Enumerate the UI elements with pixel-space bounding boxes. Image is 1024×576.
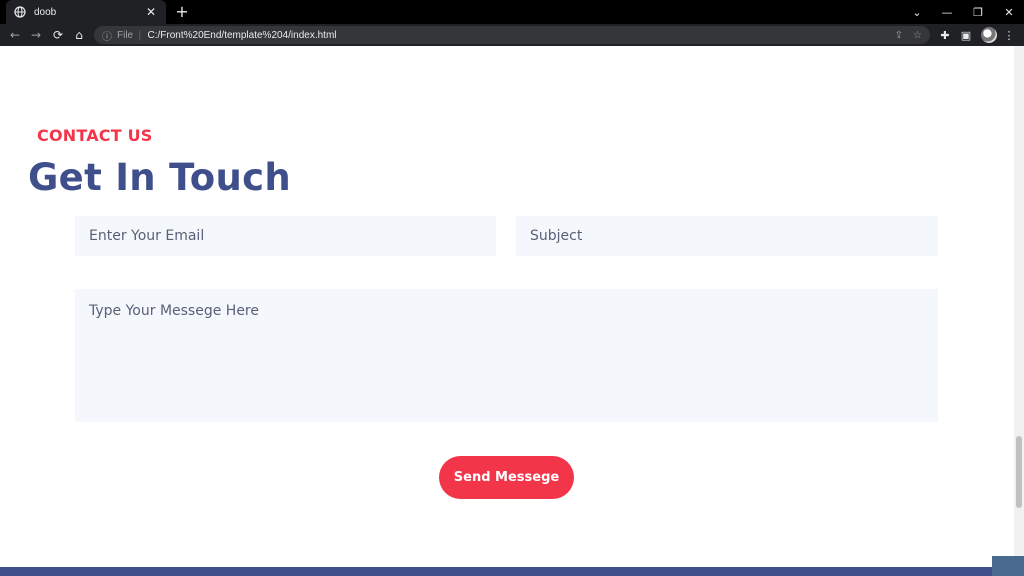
new-tab-button[interactable]: +: [172, 2, 192, 22]
home-icon[interactable]: ⌂: [70, 26, 88, 44]
page-content: CONTACT US Get In Touch Send Messege: [0, 46, 1014, 566]
address-bar[interactable]: ⓘ File | C:/Front%20End/template%204/ind…: [94, 26, 930, 44]
send-message-button[interactable]: Send Messege: [439, 456, 574, 499]
section-headline: Get In Touch: [28, 156, 291, 199]
file-label: File: [117, 29, 134, 41]
minimize-icon[interactable]: —: [932, 0, 962, 24]
tab-search-icon[interactable]: ⌄: [902, 0, 932, 24]
section-eyebrow: CONTACT US: [37, 126, 153, 145]
tab-title: doob: [34, 6, 57, 18]
page-scrollbar[interactable]: [1014, 46, 1024, 576]
corner-widget: [992, 556, 1024, 576]
browser-tabbar: doob ✕ + ⌄ — ❐ ✕: [0, 0, 1024, 24]
info-icon[interactable]: ⓘ: [102, 28, 112, 43]
browser-tab[interactable]: doob ✕: [6, 0, 166, 24]
menu-icon[interactable]: ⋮: [1000, 26, 1018, 44]
browser-toolbar: ← → ⟳ ⌂ ⓘ File | C:/Front%20End/template…: [0, 24, 1024, 46]
back-icon[interactable]: ←: [6, 26, 24, 44]
address-separator: |: [138, 29, 142, 41]
profile-avatar[interactable]: [981, 27, 997, 43]
footer-strip: [0, 567, 1014, 576]
forward-icon[interactable]: →: [27, 26, 45, 44]
tab-close-icon[interactable]: ✕: [144, 5, 158, 19]
email-field[interactable]: [75, 216, 496, 256]
globe-icon: [14, 6, 26, 18]
side-panel-icon[interactable]: ▣: [957, 26, 975, 44]
scrollbar-thumb[interactable]: [1016, 436, 1022, 508]
url-text[interactable]: C:/Front%20End/template%204/index.html: [148, 30, 885, 41]
bookmark-star-icon[interactable]: ☆: [913, 30, 922, 41]
share-icon[interactable]: ⇪: [895, 30, 903, 41]
subject-field[interactable]: [516, 216, 938, 256]
restore-icon[interactable]: ❐: [963, 0, 993, 24]
close-window-icon[interactable]: ✕: [994, 0, 1024, 24]
message-field[interactable]: [75, 289, 938, 422]
reload-icon[interactable]: ⟳: [49, 26, 67, 44]
extensions-icon[interactable]: ✚: [936, 26, 954, 44]
